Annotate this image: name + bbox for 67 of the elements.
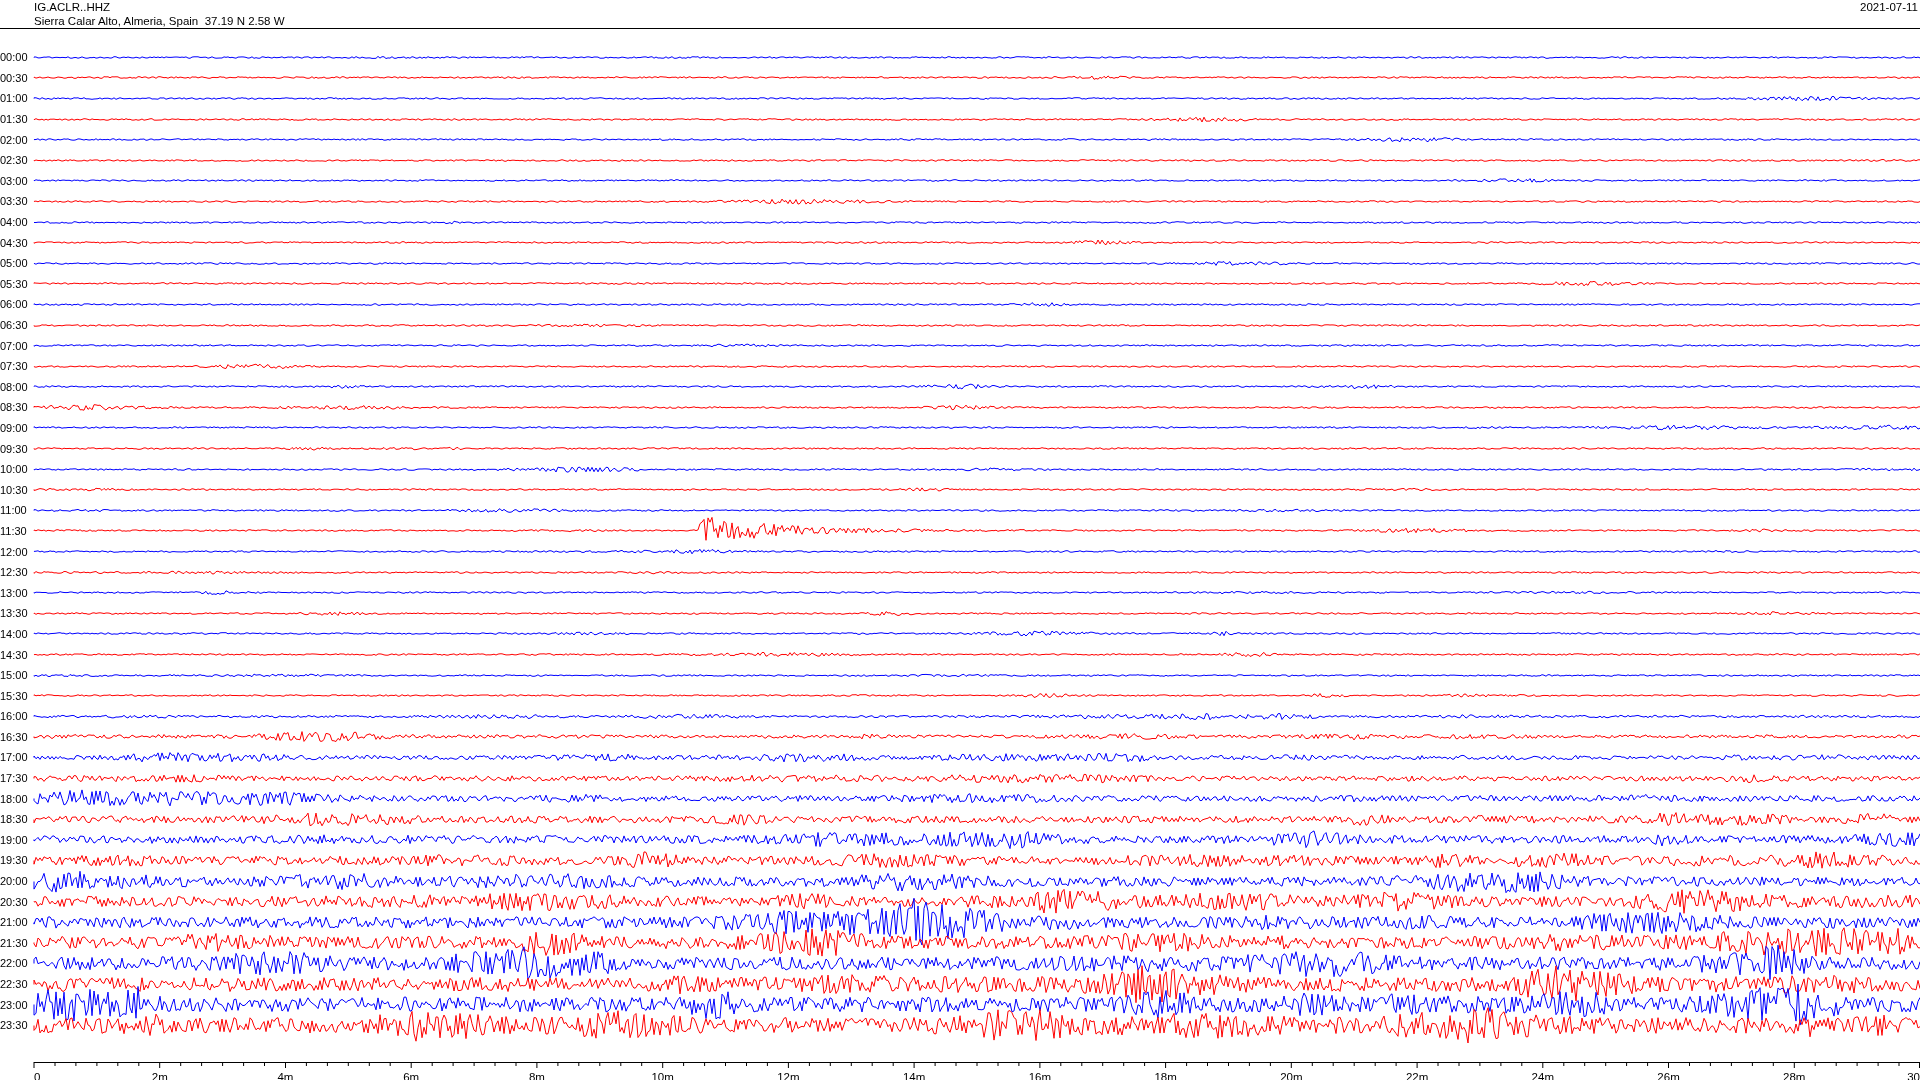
time-label: 06:30 [0, 319, 29, 331]
time-label: 14:30 [0, 648, 29, 661]
time-label: 05:30 [0, 277, 29, 290]
axis-label: 6m [403, 1070, 420, 1080]
station-code: IG.ACLR..HHZ [34, 0, 112, 14]
time-label: 23:30 [0, 1019, 29, 1032]
time-label: 04:00 [0, 216, 29, 229]
axis-label: 16m [1028, 1070, 1052, 1080]
date-label: 2021-07-11 [1860, 0, 1918, 14]
axis-label: 0 [34, 1070, 41, 1080]
time-label: 02:00 [0, 133, 29, 146]
time-label: 11:30 [0, 524, 28, 537]
axis-label: 14m [902, 1070, 926, 1080]
time-label: 15:30 [0, 689, 29, 702]
time-label: 03:00 [0, 174, 29, 187]
time-label: 08:30 [0, 401, 29, 414]
time-label: 13:30 [0, 607, 29, 620]
time-label: 07:00 [0, 339, 29, 352]
time-label: 04:30 [0, 236, 29, 249]
time-label: 22:30 [0, 978, 29, 990]
time-label: 21:30 [0, 936, 29, 949]
time-label: 02:30 [0, 154, 29, 167]
axis-label: 20m [1280, 1070, 1303, 1080]
time-label: 23:00 [0, 998, 29, 1011]
time-label: 22:00 [0, 957, 29, 970]
station-location: Sierra Calar Alto, Almeria, Spain 37.19 N 2.58 W [34, 14, 285, 28]
time-label: 18:00 [0, 792, 29, 805]
time-label: 11:00 [0, 504, 28, 517]
time-label: 06:00 [0, 298, 29, 311]
axis-label: 26m [1657, 1070, 1680, 1080]
time-label: 19:30 [0, 854, 29, 867]
time-label: 00:30 [0, 71, 29, 84]
time-label: 00:00 [0, 51, 29, 64]
time-label: 19:00 [0, 833, 29, 846]
axis-label: 24m [1531, 1070, 1554, 1080]
axis-label: 22m [1405, 1070, 1429, 1080]
time-label: 10:00 [0, 463, 29, 476]
axis-label: 8m [528, 1070, 545, 1080]
axis-label: 10m [651, 1070, 674, 1080]
time-label: 10:30 [0, 483, 29, 496]
time-label: 17:30 [0, 772, 29, 785]
axis-label: 30 [1907, 1070, 1920, 1080]
time-label: 03:30 [0, 195, 29, 208]
time-label: 21:00 [0, 916, 29, 929]
time-label: 01:30 [0, 113, 29, 126]
axis-label: 2m [151, 1070, 168, 1080]
time-label: 13:00 [0, 586, 29, 599]
time-label: 17:00 [0, 751, 29, 764]
time-label: 20:00 [0, 875, 29, 888]
axis-label: 4m [277, 1070, 294, 1080]
axis-label: 12m [777, 1070, 800, 1080]
time-label: 18:30 [0, 813, 29, 826]
time-label: 15:00 [0, 669, 29, 682]
axis-label: 28m [1783, 1070, 1806, 1080]
time-label: 09:00 [0, 422, 29, 434]
time-label: 09:30 [0, 442, 29, 455]
time-label: 07:30 [0, 360, 29, 373]
time-label: 01:00 [0, 92, 29, 105]
axis-label: 18m [1154, 1070, 1177, 1080]
time-label: 12:30 [0, 566, 29, 579]
time-label: 05:00 [0, 257, 29, 270]
time-label: 16:30 [0, 730, 29, 743]
time-label: 16:00 [0, 710, 29, 723]
time-label: 08:00 [0, 380, 29, 393]
time-label: 14:00 [0, 627, 29, 640]
time-label: 12:00 [0, 545, 29, 558]
time-label: 20:30 [0, 895, 29, 908]
